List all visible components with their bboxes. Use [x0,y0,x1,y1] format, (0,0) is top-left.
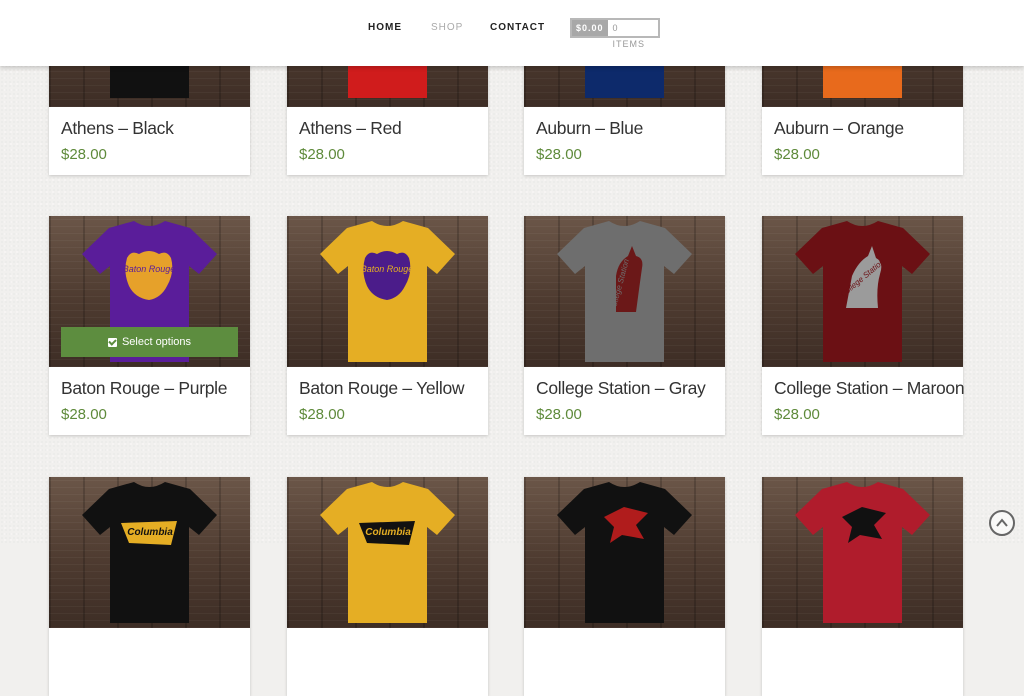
cart-button[interactable]: $0.00 0 ITEMS [570,18,660,49]
product-title[interactable]: Athens – Red [299,118,402,139]
graphic-text: Columbia [127,527,173,538]
product-image[interactable]: Columbia [287,477,488,628]
product-price: $28.00 [61,146,107,163]
product-price: $28.00 [299,406,345,423]
product-title[interactable]: College Station – Maroon [774,378,965,399]
product-price: $28.00 [536,406,582,423]
scroll-to-top-button[interactable] [989,510,1015,536]
tshirt-icon [795,482,930,623]
product-title[interactable]: Athens – Black [61,118,174,139]
product-title[interactable]: Auburn – Blue [536,118,643,139]
product-price: $28.00 [299,146,345,163]
select-options-label: Select options [121,336,192,348]
product-card[interactable]: Columbia [287,477,488,696]
product-card[interactable]: Columbia [49,477,250,696]
select-options-button[interactable]: Select options [61,327,238,357]
product-image[interactable]: Columbia [49,477,250,628]
product-card[interactable]: Baton Rouge Select options Baton Rouge –… [49,216,250,435]
product-image[interactable] [762,477,963,628]
main-nav: HOME SHOP CONTACT [0,22,1024,36]
product-price: $28.00 [774,406,820,423]
tshirt-icon: Columbia [82,482,217,623]
chevron-up-icon [996,518,1008,527]
product-card[interactable] [524,477,725,696]
nav-shop-link[interactable]: SHOP [431,22,463,33]
check-icon [107,337,117,347]
product-image[interactable]: Baton Rouge [287,216,488,367]
product-price: $28.00 [61,406,107,423]
product-image[interactable]: College Station [762,216,963,367]
product-image[interactable]: College Station [524,216,725,367]
product-title[interactable]: Baton Rouge – Purple [61,378,228,399]
graphic-text: Baton Rouge [123,264,176,274]
tshirt-icon: Baton Rouge [320,221,455,362]
product-price: $28.00 [774,146,820,163]
nav-contact-link[interactable]: CONTACT [490,22,545,33]
nav-home-link[interactable]: HOME [368,22,402,33]
graphic-text: Columbia [365,527,411,538]
product-card[interactable]: Baton Rouge Baton Rouge – Yellow $28.00 [287,216,488,435]
cart-total: $0.00 [572,20,608,36]
cart-item-count: 0 ITEMS [612,23,646,49]
site-header: HOME SHOP CONTACT $0.00 0 ITEMS [0,0,1024,66]
product-card[interactable] [762,477,963,696]
tshirt-icon: College Station [557,221,692,362]
graphic-text: Baton Rouge [361,264,414,274]
product-price: $28.00 [536,146,582,163]
tshirt-icon: Columbia [320,482,455,623]
product-title[interactable]: College Station – Gray [536,378,706,399]
product-title[interactable]: Auburn – Orange [774,118,904,139]
product-image[interactable] [524,477,725,628]
tshirt-icon [557,482,692,623]
product-card[interactable]: College Station College Station – Maroon… [762,216,965,435]
tshirt-icon: College Station [795,221,930,362]
product-title[interactable]: Baton Rouge – Yellow [299,378,465,399]
product-card[interactable]: College Station College Station – Gray $… [524,216,725,435]
